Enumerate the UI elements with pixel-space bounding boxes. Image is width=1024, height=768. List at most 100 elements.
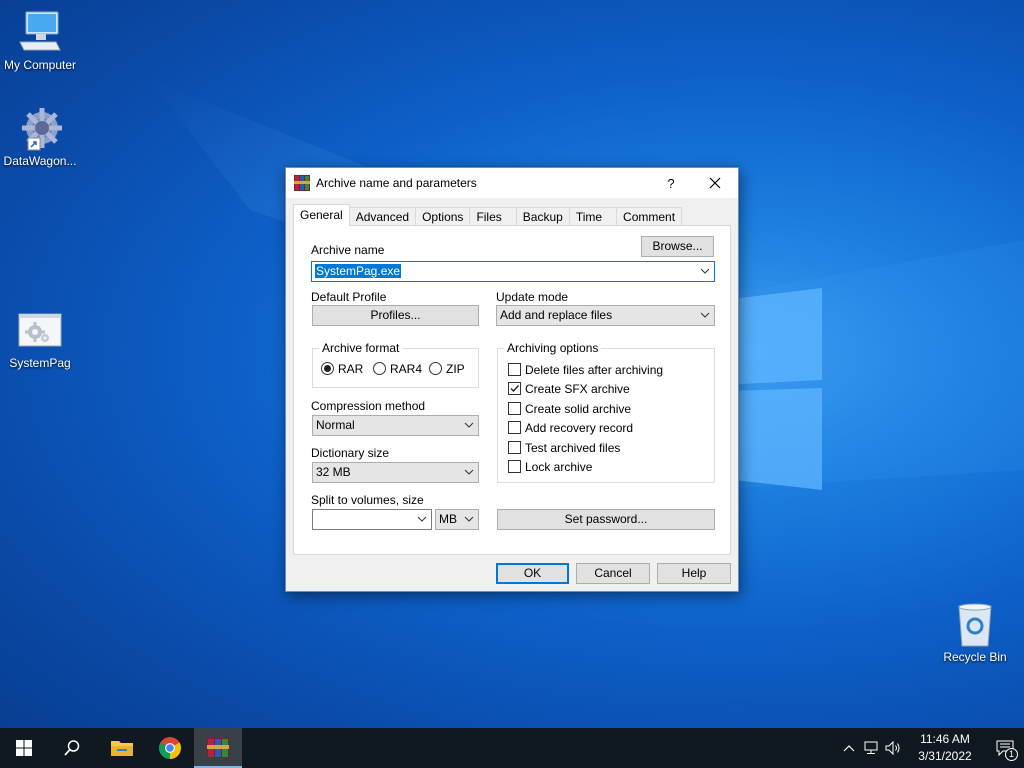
search-button[interactable] <box>48 728 96 768</box>
network-icon <box>864 741 878 754</box>
action-center-button[interactable]: 1 <box>986 728 1024 768</box>
tab-files[interactable]: Files <box>469 207 517 226</box>
chevron-down-icon <box>700 312 710 318</box>
archive-format-label: Archive format <box>319 341 403 355</box>
checkbox-lock-archive-label: Lock archive <box>525 460 593 474</box>
tab-options[interactable]: Options <box>415 207 471 226</box>
checkbox-create-sfx-label: Create SFX archive <box>525 382 630 396</box>
radio-zip-label: ZIP <box>446 362 465 376</box>
search-icon <box>64 740 80 756</box>
dictionary-size-select[interactable]: 32 MB <box>312 462 479 483</box>
volume-button[interactable] <box>882 728 904 768</box>
radio-rar-label: RAR <box>338 362 364 376</box>
chevron-down-icon <box>464 469 474 475</box>
desktop-icon-my-computer[interactable]: My Computer <box>0 10 80 72</box>
tab-general[interactable]: General <box>293 204 350 226</box>
desktop-icon-recycle-bin[interactable]: Recycle Bin <box>935 602 1015 664</box>
archive-name-value: SystemPag.exe <box>315 264 402 278</box>
chevron-up-icon <box>843 745 855 752</box>
file-explorer-icon <box>111 741 133 756</box>
archive-format-group: Archive format RAR RAR4 ZIP <box>312 341 479 388</box>
tab-backup[interactable]: Backup <box>515 207 570 226</box>
network-button[interactable] <box>860 728 882 768</box>
dialog-titlebar[interactable]: Archive name and parameters ? <box>286 168 738 198</box>
radio-rar4[interactable] <box>373 362 386 375</box>
split-unit-value: MB <box>439 512 457 526</box>
chevron-down-icon <box>417 516 427 522</box>
archive-name-label: Archive name <box>311 243 385 257</box>
update-mode-value: Add and replace files <box>500 308 613 322</box>
archiving-options-group: Archiving options Delete files after arc… <box>497 341 715 483</box>
system-tray: 11:46 AM 3/31/2022 1 <box>838 728 1024 768</box>
archive-name-input[interactable]: SystemPag.exe <box>311 261 715 282</box>
checkbox-solid-archive[interactable] <box>508 402 521 415</box>
gear-file-icon <box>16 308 64 352</box>
recycle-bin-icon <box>951 602 999 647</box>
help-button[interactable]: Help <box>657 563 731 584</box>
winrar-icon <box>294 175 310 191</box>
desktop-icon-label: SystemPag <box>9 356 71 370</box>
chrome-icon <box>159 737 181 759</box>
notification-badge: 1 <box>1005 748 1018 761</box>
desktop-icon-systempag[interactable]: SystemPag <box>0 308 80 370</box>
general-panel: Archive name Browse... SystemPag.exe Def… <box>293 225 731 555</box>
radio-rar[interactable] <box>321 362 334 375</box>
archiving-options-label: Archiving options <box>504 341 602 355</box>
checkbox-delete-files-label: Delete files after archiving <box>525 363 664 377</box>
ok-button[interactable]: OK <box>496 563 569 584</box>
desktop-icon-datawagon[interactable]: DataWagon... <box>0 106 80 168</box>
checkmark-icon <box>510 385 520 393</box>
desktop-icon-label: DataWagon... <box>3 154 77 168</box>
checkbox-lock-archive[interactable] <box>508 460 521 473</box>
show-hidden-icons-button[interactable] <box>838 728 860 768</box>
computer-icon <box>16 10 64 54</box>
help-title-button[interactable]: ? <box>648 168 694 198</box>
dictionary-size-value: 32 MB <box>316 465 351 479</box>
cancel-button[interactable]: Cancel <box>576 563 650 584</box>
radio-zip[interactable] <box>429 362 442 375</box>
compression-method-select[interactable]: Normal <box>312 415 479 436</box>
gear-shortcut-icon <box>16 106 64 151</box>
clock[interactable]: 11:46 AM 3/31/2022 <box>912 731 978 765</box>
update-mode-label: Update mode <box>496 290 569 304</box>
checkbox-test-files[interactable] <box>508 441 521 454</box>
close-icon <box>709 177 721 189</box>
tab-comment[interactable]: Comment <box>616 207 683 226</box>
tab-advanced[interactable]: Advanced <box>348 207 417 226</box>
tab-time[interactable]: Time <box>568 207 618 226</box>
update-mode-select[interactable]: Add and replace files <box>496 305 715 326</box>
profiles-button[interactable]: Profiles... <box>312 305 479 326</box>
winrar-icon <box>207 738 229 758</box>
chrome-button[interactable] <box>146 728 194 768</box>
start-icon <box>16 740 32 756</box>
winrar-taskbar-button[interactable] <box>194 728 242 768</box>
start-button[interactable] <box>0 728 48 768</box>
close-button[interactable] <box>692 168 738 198</box>
clock-date: 3/31/2022 <box>918 749 972 763</box>
checkbox-recovery-record-label: Add recovery record <box>525 421 634 435</box>
compression-method-label: Compression method <box>311 399 426 413</box>
browse-button[interactable]: Browse... <box>641 236 714 257</box>
checkbox-create-sfx[interactable] <box>508 382 521 395</box>
desktop-icon-label: My Computer <box>3 58 77 72</box>
set-password-button[interactable]: Set password... <box>497 509 715 530</box>
volume-icon <box>885 741 900 755</box>
taskbar: 11:46 AM 3/31/2022 1 <box>0 728 1024 768</box>
chevron-down-icon <box>700 268 710 274</box>
dictionary-size-label: Dictionary size <box>311 446 390 460</box>
split-unit-select[interactable]: MB <box>435 509 479 530</box>
clock-time: 11:46 AM <box>920 732 970 746</box>
archive-dialog: Archive name and parameters ? General Ad… <box>285 167 739 592</box>
chevron-down-icon <box>464 422 474 428</box>
split-volumes-label: Split to volumes, size <box>311 493 424 507</box>
checkbox-test-files-label: Test archived files <box>525 441 621 455</box>
compression-method-value: Normal <box>316 418 355 432</box>
default-profile-label: Default Profile <box>311 290 387 304</box>
checkbox-solid-archive-label: Create solid archive <box>525 402 632 416</box>
split-size-input[interactable] <box>312 509 432 530</box>
file-explorer-button[interactable] <box>98 728 146 768</box>
dialog-title: Archive name and parameters <box>316 176 477 190</box>
checkbox-delete-files[interactable] <box>508 363 521 376</box>
checkbox-recovery-record[interactable] <box>508 421 521 434</box>
radio-rar4-label: RAR4 <box>390 362 423 376</box>
